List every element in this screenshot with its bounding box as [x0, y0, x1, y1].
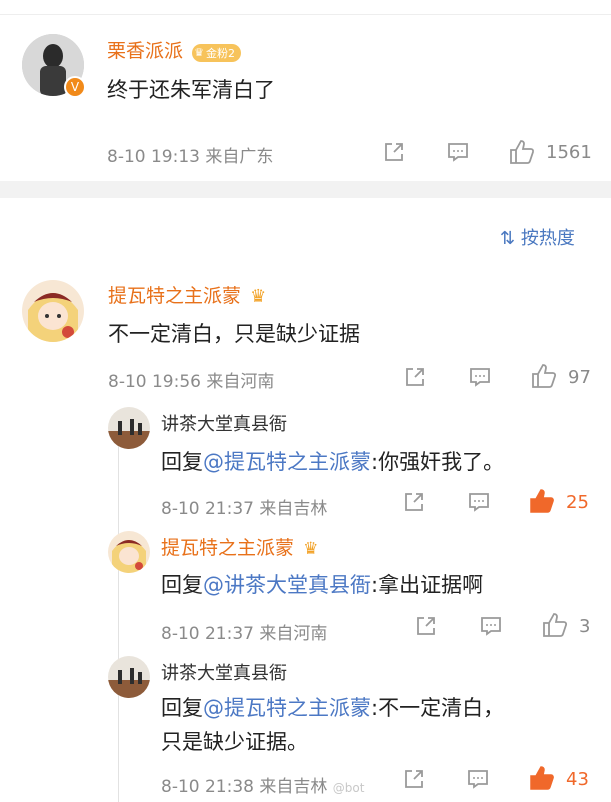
comment-header: 提瓦特之主派蒙 ♛ — [108, 281, 266, 308]
reply-time: 8-10 21:37 — [161, 624, 254, 644]
reply-username[interactable]: 提瓦特之主派蒙 — [161, 537, 294, 559]
avatar[interactable] — [108, 407, 150, 449]
reply-prefix: 回复 — [161, 696, 203, 720]
comment-icon[interactable] — [468, 365, 492, 389]
top-separator — [0, 0, 611, 15]
reply-text: 回复@讲茶大堂真县衙:拿出证据啊 — [161, 569, 483, 599]
reply-username[interactable]: 讲茶大堂真县衙 — [161, 659, 287, 685]
post-meta: 8-10 19:13 来自广东 — [107, 142, 273, 167]
comment-icon[interactable] — [467, 490, 491, 514]
sort-icon: ⇅ — [500, 228, 516, 249]
sort-label: 按热度 — [520, 228, 575, 249]
avatar[interactable] — [108, 656, 150, 698]
reply-location: 来自河南 — [259, 624, 328, 644]
mention-link[interactable]: @提瓦特之主派蒙 — [203, 696, 371, 720]
like-count: 1561 — [546, 142, 592, 163]
comment-text: 不一定清白，只是缺少证据 — [108, 322, 360, 346]
crown-badge-icon: ♛ — [303, 539, 319, 559]
like-icon-active[interactable] — [528, 764, 556, 792]
comment-meta: 8-10 19:56 来自河南 — [108, 367, 274, 392]
like-icon-active[interactable] — [528, 487, 556, 515]
share-icon[interactable] — [414, 614, 438, 638]
mention-link[interactable]: @讲茶大堂真县衙 — [203, 573, 371, 597]
reply-time: 8-10 21:37 — [161, 499, 254, 519]
post-header: 栗香派派 ♛ 金粉2 — [107, 36, 241, 63]
like-count: 43 — [566, 769, 589, 790]
reply-meta: 8-10 21:37 来自河南 — [161, 619, 327, 644]
post-location: 来自广东 — [205, 147, 274, 167]
crown-badge-icon: ♛ — [250, 286, 267, 307]
fan-badge: ♛ 金粉2 — [192, 43, 241, 62]
reply-location: 来自吉林 — [259, 777, 328, 797]
reply-thread-line — [118, 442, 119, 802]
reply-body: :不一定清白， — [371, 696, 505, 720]
verified-badge-icon: V — [64, 76, 86, 98]
sort-button[interactable]: ⇅ 按热度 — [500, 224, 575, 250]
post-time: 8-10 19:13 — [107, 147, 200, 167]
share-icon[interactable] — [402, 767, 426, 791]
like-count: 25 — [566, 492, 589, 513]
crown-icon: ♛ — [194, 46, 204, 59]
reply-text-line2: 只是缺少证据。 — [161, 730, 308, 754]
share-icon[interactable] — [403, 365, 427, 389]
avatar[interactable] — [22, 280, 84, 342]
post-text: 终于还朱军清白了 — [107, 78, 275, 102]
reply-username[interactable]: 讲茶大堂真县衙 — [161, 410, 287, 436]
like-icon[interactable] — [530, 362, 558, 390]
comment-icon[interactable] — [466, 767, 490, 791]
avatar[interactable] — [108, 531, 150, 573]
section-divider — [0, 181, 611, 198]
reply-prefix: 回复 — [161, 450, 203, 474]
reply-time: 8-10 21:38 — [161, 777, 254, 797]
like-count: 3 — [579, 616, 591, 637]
comment-time: 8-10 19:56 — [108, 372, 201, 392]
like-icon[interactable] — [508, 138, 536, 166]
comment-icon[interactable] — [446, 140, 470, 164]
comment-icon[interactable] — [479, 614, 503, 638]
comment-location: 来自河南 — [206, 372, 275, 392]
share-icon[interactable] — [382, 140, 406, 164]
username[interactable]: 栗香派派 — [107, 40, 183, 62]
reply-body: :你强奸我了。 — [371, 450, 505, 474]
reply-text: 回复@提瓦特之主派蒙:不一定清白， — [161, 692, 504, 722]
like-icon[interactable] — [541, 611, 569, 639]
reply-location: 来自吉林 — [259, 499, 328, 519]
reply-text: 回复@提瓦特之主派蒙:你强奸我了。 — [161, 446, 504, 476]
share-icon[interactable] — [402, 490, 426, 514]
reply-meta: 8-10 21:38 来自吉林 @bot — [161, 772, 364, 797]
reply-body: :拿出证据啊 — [371, 573, 484, 597]
watermark: @bot — [332, 781, 365, 795]
reply-header: 提瓦特之主派蒙 ♛ — [161, 533, 318, 560]
like-count: 97 — [568, 367, 591, 388]
reply-meta: 8-10 21:37 来自吉林 — [161, 494, 327, 519]
reply-prefix: 回复 — [161, 573, 203, 597]
mention-link[interactable]: @提瓦特之主派蒙 — [203, 450, 371, 474]
fan-level: 金粉2 — [205, 46, 235, 60]
username[interactable]: 提瓦特之主派蒙 — [108, 285, 241, 307]
